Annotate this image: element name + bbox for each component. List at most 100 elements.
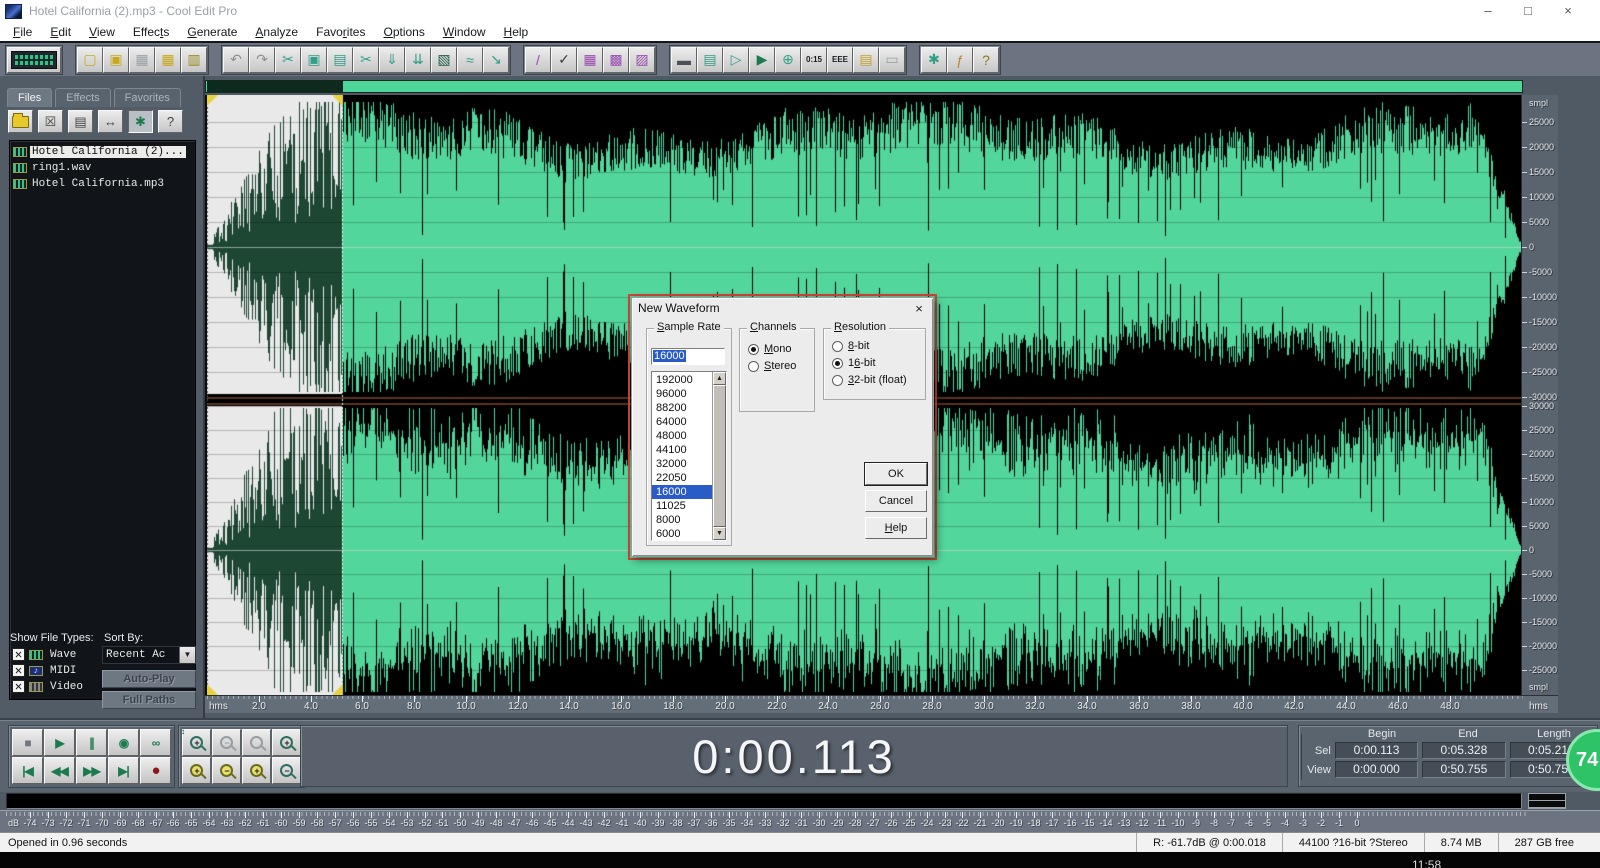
time-field[interactable]: 0:00.000 — [1335, 761, 1418, 778]
spectral-view-icon[interactable]: ▧ — [431, 47, 457, 73]
checkbox-icon[interactable]: ✓ — [551, 47, 577, 73]
overview-bar[interactable] — [205, 80, 1523, 93]
menu-analyze[interactable]: Analyze — [246, 23, 307, 41]
level-bars-icon[interactable]: ▤ — [853, 47, 879, 73]
menu-edit[interactable]: Edit — [41, 23, 80, 41]
menu-file[interactable]: File — [4, 23, 41, 41]
insert-wave-button[interactable]: ↔ — [98, 110, 123, 133]
level-meter[interactable] — [6, 793, 1522, 809]
zoom-to-selection-button[interactable] — [242, 729, 271, 756]
sample-rate-option[interactable]: 22050 — [652, 471, 712, 485]
sample-rate-option[interactable]: 88200 — [652, 401, 712, 415]
trim-icon[interactable]: ▣ — [301, 47, 327, 73]
menu-effects[interactable]: Effects — [124, 23, 178, 41]
file-list[interactable]: Hotel California (2)...ring1.wavHotel Ca… — [9, 140, 196, 700]
amplitude-ruler[interactable]: smpl2500020000150001000050000-5000-10000… — [1521, 95, 1558, 695]
file-options-button[interactable]: ▤ — [68, 110, 93, 133]
checkbox-midi[interactable]: ✕ — [12, 664, 25, 677]
window-frame-icon[interactable]: ▬ — [671, 47, 697, 73]
ok-button[interactable]: OK — [865, 463, 927, 485]
close-icon[interactable]: × — [911, 301, 927, 316]
undo-icon[interactable]: ↶ — [223, 47, 249, 73]
file-list-item[interactable]: Hotel California.mp3 — [10, 176, 195, 192]
db-scale-ruler[interactable]: dB-74-73-72-71-70-69-68-67-66-65-64-63-6… — [0, 810, 1600, 832]
filter-settings-button[interactable]: ✱ — [128, 110, 153, 133]
help-icon[interactable]: ? — [973, 47, 999, 73]
zoom-left-edge-button[interactable]: + — [182, 757, 211, 784]
grid-window-icon[interactable]: EEE — [827, 47, 853, 73]
save-selection-icon[interactable]: ▥ — [181, 47, 207, 73]
vertical-zoom-in-button[interactable]: ↕+ — [272, 729, 301, 756]
fast-forward-button[interactable]: ▶▶ — [76, 757, 107, 784]
tab-favorites[interactable]: Favorites — [114, 88, 181, 107]
menu-view[interactable]: View — [80, 23, 124, 41]
file-list-item[interactable]: Hotel California (2)... — [10, 144, 195, 160]
help-button[interactable]: Help — [865, 517, 927, 539]
blank-window-icon[interactable]: ▭ — [879, 47, 905, 73]
scroll-up-icon[interactable]: ▲ — [713, 372, 726, 385]
zoom-window-icon[interactable]: ⊕ — [775, 47, 801, 73]
zoom-out-button[interactable]: − — [212, 729, 241, 756]
scripts-icon[interactable]: ƒ — [947, 47, 973, 73]
sample-rate-option[interactable]: 44100 — [652, 443, 712, 457]
channels-option-mono[interactable]: Mono — [748, 341, 814, 357]
view-switch-icon[interactable] — [7, 47, 61, 73]
sort-by-dropdown[interactable]: Recent Ac ▼ — [102, 646, 196, 664]
cancel-button[interactable]: Cancel — [865, 490, 927, 512]
paste-icon[interactable]: ⇓ — [379, 47, 405, 73]
vertical-zoom-out-button[interactable]: ↕− — [272, 757, 301, 784]
resolution-option-32-bit-float-[interactable]: 32-bit (float) — [832, 372, 925, 388]
resolution-option-16-bit[interactable]: 16-bit — [832, 355, 925, 371]
sample-rate-option[interactable]: 192000 — [652, 373, 712, 387]
resolution-option-8-bit[interactable]: 8-bit — [832, 338, 925, 354]
open-folder-button[interactable] — [8, 110, 33, 133]
menu-window[interactable]: Window — [434, 23, 495, 41]
redo-icon[interactable]: ↷ — [249, 47, 275, 73]
loop-button[interactable]: ∞ — [140, 729, 171, 756]
open-file-icon[interactable]: ▣ — [103, 47, 129, 73]
time-display[interactable]: 0:00.113 — [692, 729, 895, 784]
panel-grip[interactable] — [1299, 734, 1302, 780]
time-display-panel[interactable]: 0:00.113 — [300, 725, 1288, 787]
cut-icon[interactable]: ✂ — [353, 47, 379, 73]
time-field[interactable]: 0:50.755 — [1422, 761, 1505, 778]
time-window-icon[interactable]: 0:15 — [801, 47, 827, 73]
zoom-in-button[interactable]: + — [182, 729, 211, 756]
copy-icon[interactable]: ▤ — [327, 47, 353, 73]
go-to-start-button[interactable]: |◀ — [12, 757, 43, 784]
menu-options[interactable]: Options — [374, 23, 433, 41]
tab-effects[interactable]: Effects — [55, 88, 110, 107]
save-file-icon[interactable]: ▦ — [129, 47, 155, 73]
sample-rate-option[interactable]: 32000 — [652, 457, 712, 471]
save-as-icon[interactable]: ▦ — [155, 47, 181, 73]
sample-rate-scrollbar[interactable]: ▲ ▼ — [712, 372, 726, 540]
rewind-button[interactable]: ◀◀ — [44, 757, 75, 784]
zoom-right-edge-button[interactable]: + — [242, 757, 271, 784]
menu-favorites[interactable]: Favorites — [307, 23, 374, 41]
pause-button[interactable]: ∥ — [76, 729, 107, 756]
close-file-button[interactable]: ☒ — [38, 110, 63, 133]
minimize-button[interactable]: – — [1468, 1, 1508, 21]
play-button[interactable]: ▶ — [44, 729, 75, 756]
group-waveform-1-icon[interactable]: ▦ — [577, 47, 603, 73]
group-waveform-3-icon[interactable]: ▨ — [629, 47, 655, 73]
panel-help-button[interactable]: ? — [158, 110, 183, 133]
sample-rate-option[interactable]: 6000 — [652, 527, 712, 541]
snap-settings-icon[interactable]: ✱ — [921, 47, 947, 73]
sample-rate-option[interactable]: 64000 — [652, 415, 712, 429]
group-waveform-2-icon[interactable]: ▩ — [603, 47, 629, 73]
new-file-icon[interactable]: ▢ — [77, 47, 103, 73]
tab-files[interactable]: Files — [7, 88, 52, 107]
sample-rate-option[interactable]: 96000 — [652, 387, 712, 401]
file-list-item[interactable]: ring1.wav — [10, 160, 195, 176]
menu-generate[interactable]: Generate — [178, 23, 246, 41]
scrollbar-thumb[interactable] — [713, 385, 726, 527]
zoom-selection-button[interactable]: − — [212, 757, 241, 784]
paste-mix-icon[interactable]: ⇊ — [405, 47, 431, 73]
play-window-icon[interactable]: ▶ — [749, 47, 775, 73]
scroll-down-icon[interactable]: ▼ — [713, 527, 726, 540]
sample-rate-list[interactable]: 1920009600088200640004800044100320002205… — [651, 371, 727, 541]
checkbox-video[interactable]: ✕ — [12, 680, 25, 693]
pencil-wave-icon[interactable]: / — [525, 47, 551, 73]
full-paths-button[interactable]: Full Paths — [102, 691, 196, 709]
